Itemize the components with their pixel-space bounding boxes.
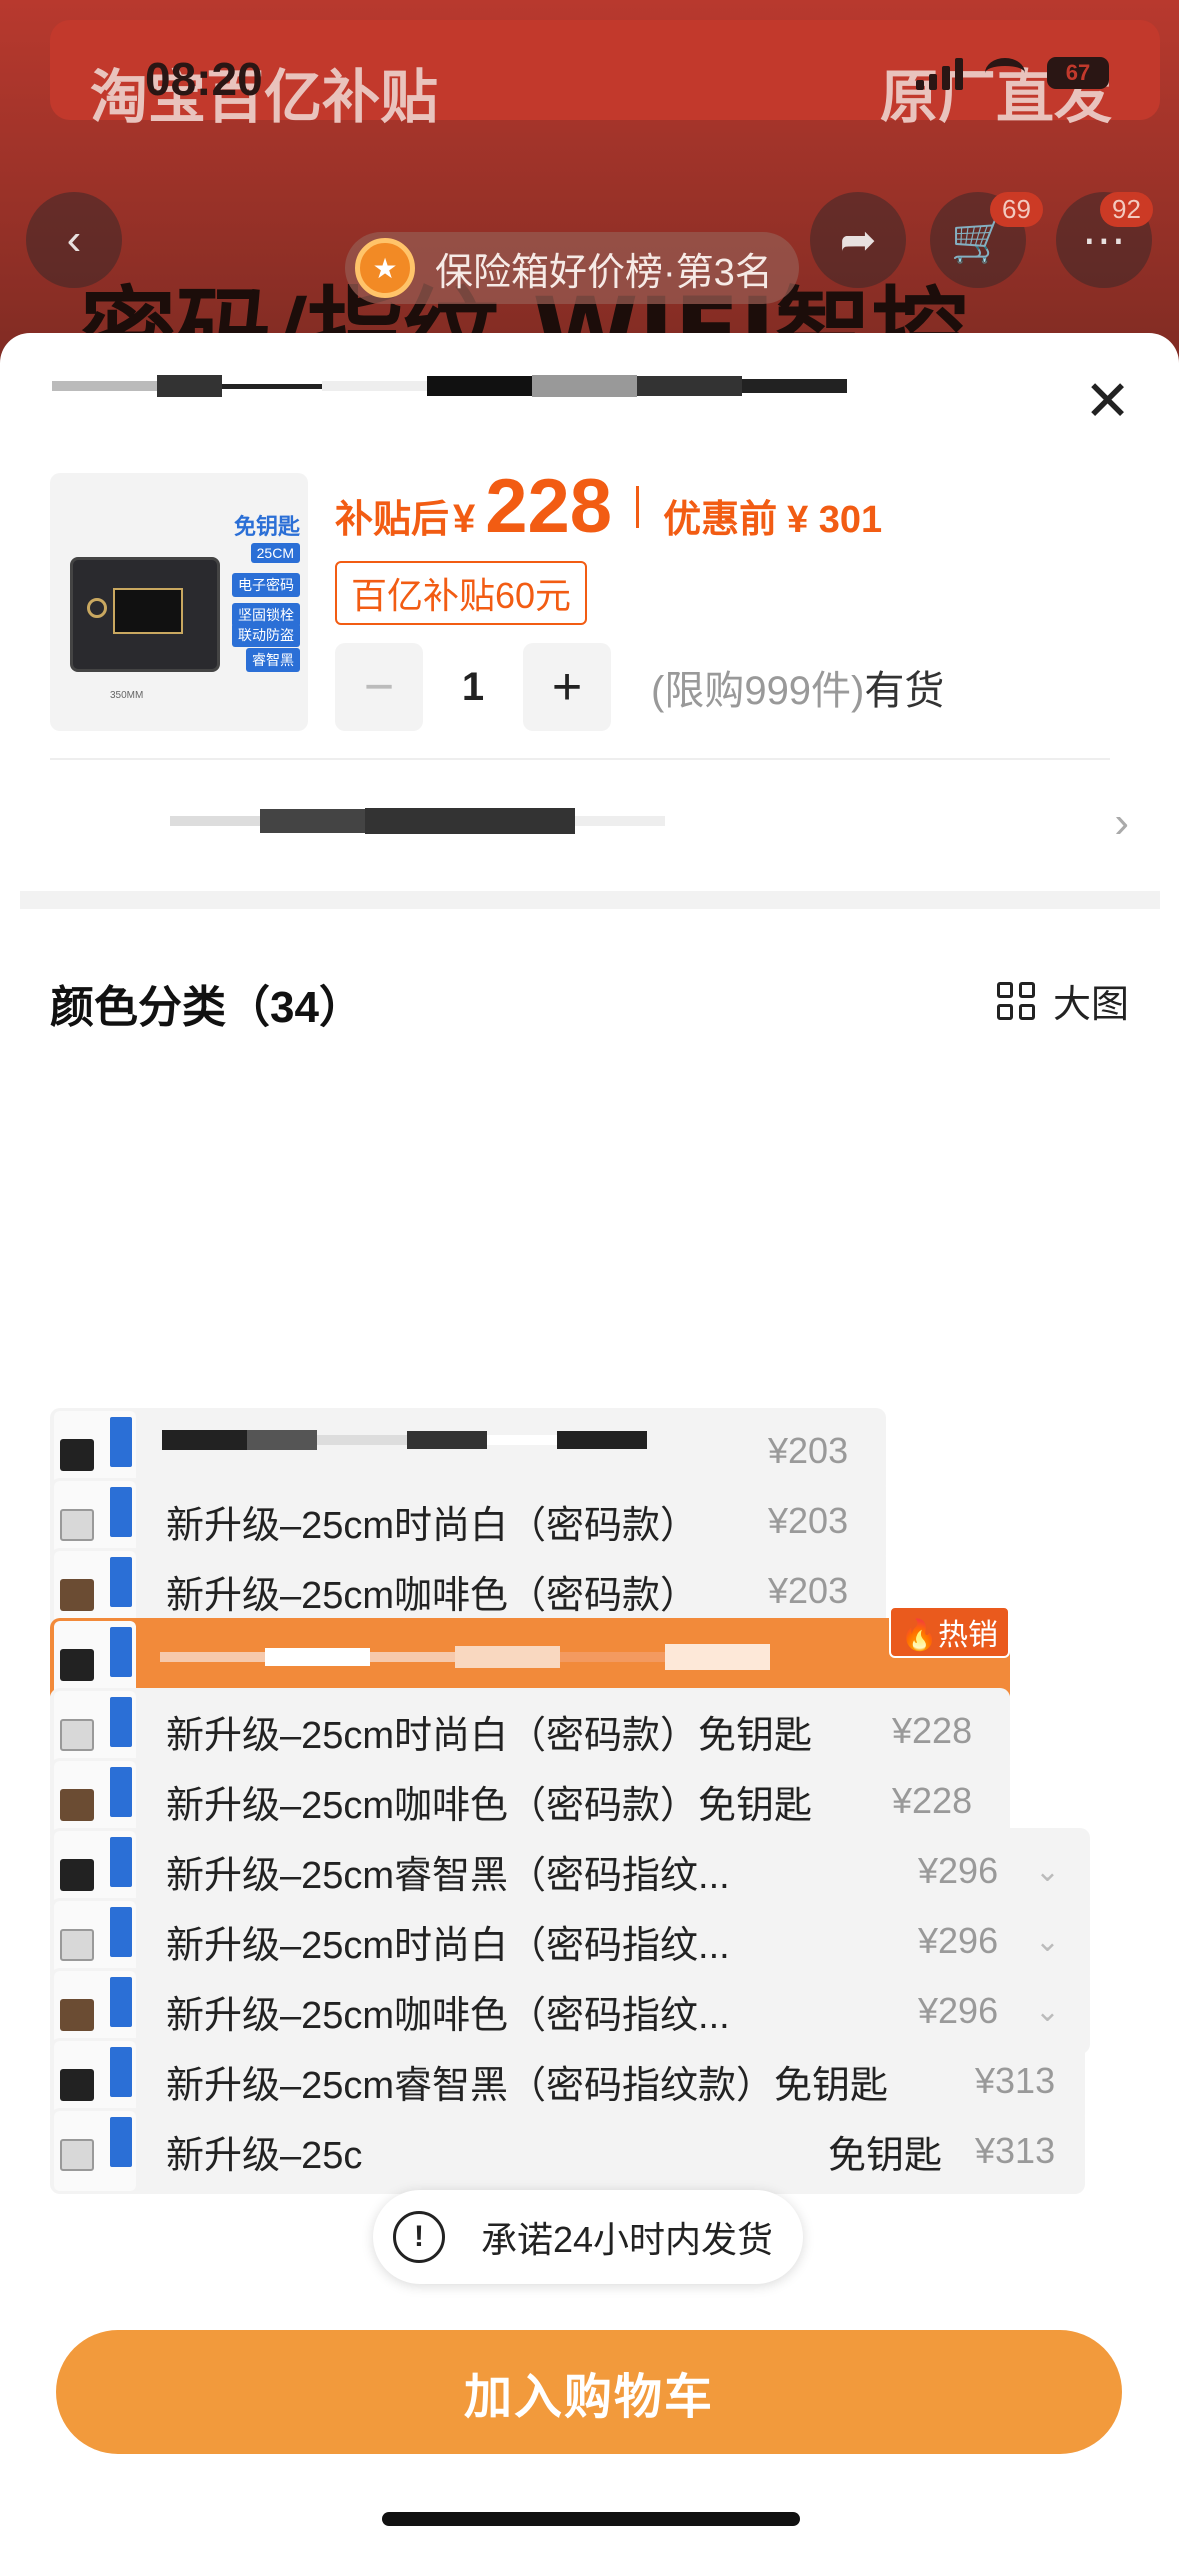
redacted-title <box>52 375 847 397</box>
option-price: ¥203 <box>768 1570 849 1611</box>
price-separator <box>636 485 640 528</box>
option-label-tail: 免钥匙 <box>828 2134 943 2177</box>
close-icon[interactable]: ✕ <box>1084 373 1131 429</box>
option-item[interactable]: 新升级–25c 免钥匙 ¥313 <box>50 2108 1085 2194</box>
battery-icon: 67 <box>1047 57 1109 89</box>
ranking-pill[interactable]: ★ 保险箱好价榜·第3名 <box>345 232 799 304</box>
option-price: ¥296 <box>918 1920 999 1961</box>
option-price: ¥313 <box>975 2130 1056 2171</box>
divider <box>50 758 1110 760</box>
chevron-right-icon[interactable]: › <box>1114 798 1129 848</box>
redacted-option-label <box>160 1644 770 1670</box>
purchase-limit: (限购999件) <box>651 669 865 713</box>
quantity-stepper: − 1 + (限购999件)有货 <box>335 643 944 731</box>
grid-icon <box>996 981 1035 1020</box>
option-thumbnail <box>54 2111 136 2191</box>
home-indicator <box>382 2512 800 2526</box>
price-before-label: 优惠前 <box>663 499 778 541</box>
product-image[interactable]: 免钥匙 25CM 电子密码 坚固锁栓 联动防盗 睿智黑 350MM <box>50 473 308 731</box>
option-price: ¥228 <box>892 1710 973 1751</box>
status-icons: 67 <box>916 56 1109 90</box>
big-view-toggle[interactable]: 大图 <box>996 973 1129 1028</box>
decrease-button[interactable]: − <box>335 643 423 731</box>
option-price: ¥296 <box>918 1850 999 1891</box>
option-label: 新升级–25cm咖啡色（密码款）免钥匙 <box>166 1784 813 1827</box>
option-label: 新升级–25cm睿智黑（密码指纹款）免钥匙 <box>166 2064 889 2107</box>
chevron-left-icon: ‹ <box>66 215 82 264</box>
info-icon: ! <box>393 2211 445 2263</box>
more-count-badge: 92 <box>1100 192 1153 227</box>
image-dimension: 350MM <box>110 690 144 701</box>
currency-symbol: ¥ <box>453 497 476 541</box>
price-value: 228 <box>485 464 613 549</box>
option-label: 新升级–25c <box>166 2134 363 2177</box>
chevron-down-icon[interactable]: ⌄ <box>1035 1854 1060 1889</box>
subsidy-tag: 百亿补贴60元 <box>335 561 588 625</box>
option-label: 新升级–25cm时尚白（密码款） <box>166 1504 699 1547</box>
option-price: ¥313 <box>975 2060 1056 2101</box>
ranking-label: 保险箱好价榜·第3名 <box>435 251 773 294</box>
add-to-cart-button[interactable]: 加入购物车 <box>56 2330 1122 2454</box>
flame-icon: 🔥 <box>900 1619 938 1652</box>
hot-sale-badge: 🔥热销 <box>888 1606 1010 1658</box>
price-before-value: ¥ 301 <box>787 499 883 541</box>
option-price: ¥228 <box>892 1780 973 1821</box>
banner-left-text: 淘宝百亿补贴 <box>90 63 439 131</box>
toast-text: 承诺24小时内发货 <box>481 2219 774 2260</box>
image-tag: 电子密码 <box>232 573 300 597</box>
back-button[interactable]: ‹ <box>26 192 122 288</box>
safe-illustration <box>70 557 220 672</box>
chevron-down-icon[interactable]: ⌄ <box>1035 1924 1060 1959</box>
option-label: 新升级–25cm咖啡色（密码指纹... <box>166 1994 730 2037</box>
option-price: ¥296 <box>918 1990 999 2031</box>
option-label: 新升级–25cm时尚白（密码指纹... <box>166 1924 730 1967</box>
quantity-value[interactable]: 1 <box>423 665 523 710</box>
redacted-option-label <box>162 1430 647 1450</box>
status-time: 08:20 <box>145 53 263 105</box>
image-tag: 联动防盗 <box>232 623 300 647</box>
redacted-service-row[interactable] <box>170 808 665 834</box>
option-price: ¥203 <box>768 1430 849 1471</box>
shipping-toast: ! 承诺24小时内发货 <box>373 2190 804 2284</box>
chevron-down-icon[interactable]: ⌄ <box>1035 1994 1060 2029</box>
stock-status: 有货 <box>864 669 945 713</box>
image-tag: 睿智黑 <box>246 648 300 672</box>
image-size-tag: 25CM <box>250 543 300 563</box>
wifi-icon <box>985 58 1025 88</box>
price-line: 补贴后 ¥ 228 优惠前 ¥ 301 <box>335 463 882 550</box>
option-label: 新升级–25cm时尚白（密码款）免钥匙 <box>166 1714 813 1757</box>
price-label: 补贴后 <box>335 499 450 541</box>
cart-count-badge: 69 <box>990 192 1043 227</box>
share-button[interactable]: ➦ <box>810 192 906 288</box>
section-title: 颜色分类（34） <box>50 983 363 1032</box>
signal-icon <box>916 56 963 90</box>
big-view-label: 大图 <box>1052 984 1129 1026</box>
option-label: 新升级–25cm咖啡色（密码款） <box>166 1574 699 1617</box>
share-icon: ➦ <box>839 215 877 265</box>
option-price: ¥203 <box>768 1500 849 1541</box>
option-label: 新升级–25cm睿智黑（密码指纹... <box>166 1854 730 1897</box>
stock-info: (限购999件)有货 <box>651 658 944 716</box>
section-separator <box>20 891 1160 909</box>
image-title: 免钥匙 <box>233 514 300 539</box>
increase-button[interactable]: + <box>523 643 611 731</box>
medal-icon: ★ <box>355 238 415 298</box>
